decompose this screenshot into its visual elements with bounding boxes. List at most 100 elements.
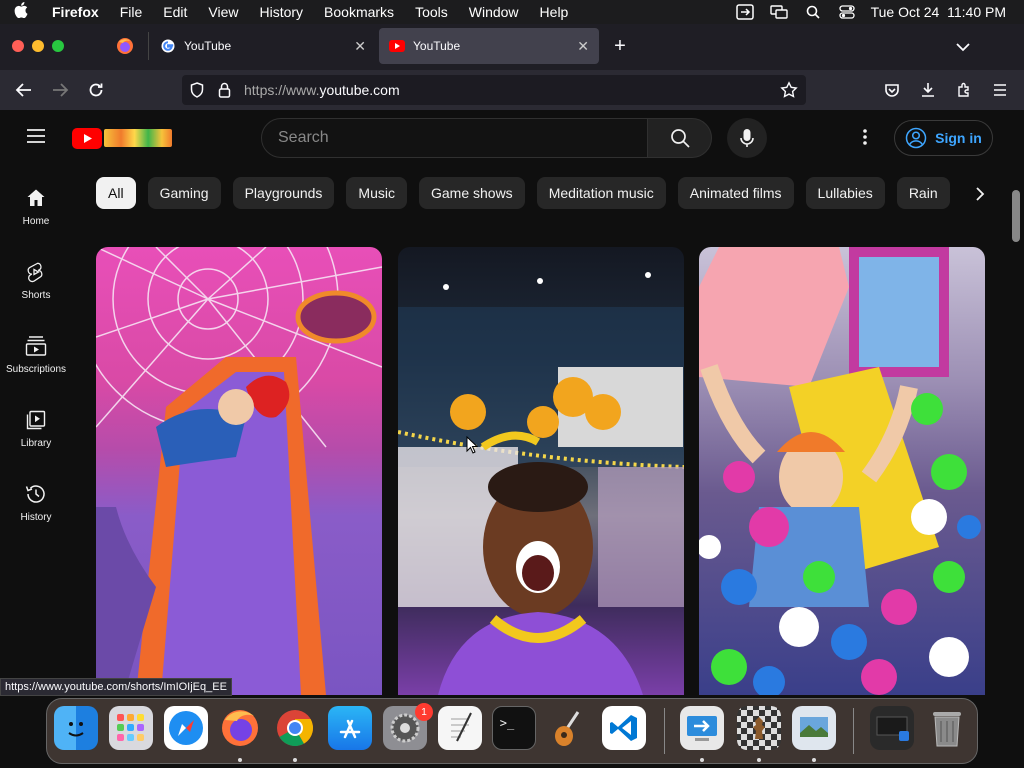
close-tab-icon[interactable]: ✕ <box>354 38 366 55</box>
search-box[interactable] <box>261 118 648 158</box>
firefox-icon[interactable] <box>218 706 262 750</box>
home-icon <box>24 186 48 210</box>
chip-animated-films[interactable]: Animated films <box>677 177 794 209</box>
sidebar-label: Subscriptions <box>5 364 67 375</box>
list-all-tabs-icon[interactable] <box>955 39 973 53</box>
sign-in-button[interactable]: Sign in <box>894 120 993 156</box>
app-menu-icon[interactable] <box>990 80 1010 100</box>
menu-window[interactable]: Window <box>469 4 519 20</box>
launchpad-icon[interactable] <box>109 706 153 750</box>
page-scrollbar[interactable] <box>1012 190 1020 242</box>
menubar-clock[interactable]: Tue Oct 24 11:40 PM <box>871 4 1006 20</box>
trash-icon[interactable] <box>925 706 969 750</box>
close-tab-icon[interactable]: ✕ <box>577 38 589 55</box>
sidebar-item-library[interactable]: Library <box>0 408 72 449</box>
sidebar-item-shorts[interactable]: Shorts <box>0 260 72 301</box>
running-indicator <box>700 758 704 762</box>
url-prefix: https://www. <box>244 82 320 98</box>
menu-tools[interactable]: Tools <box>415 4 448 20</box>
firefox-view-icon[interactable] <box>116 37 134 55</box>
running-indicator <box>238 758 242 762</box>
running-indicator <box>757 758 761 762</box>
chip-all[interactable]: All <box>96 177 136 209</box>
chips-next-button[interactable] <box>962 178 998 210</box>
mouse-cursor-icon <box>466 435 479 454</box>
menu-edit[interactable]: Edit <box>163 4 187 20</box>
forward-icon[interactable] <box>50 80 70 100</box>
preview-icon[interactable] <box>792 706 836 750</box>
sidebar-item-history[interactable]: History <box>0 482 72 523</box>
finder-icon[interactable] <box>54 706 98 750</box>
dock-divider <box>664 708 665 754</box>
new-tab-icon[interactable]: + <box>611 36 629 56</box>
app-store-icon[interactable] <box>328 706 372 750</box>
settings-more-icon[interactable] <box>862 128 870 148</box>
url-host: youtube.com <box>319 82 400 98</box>
bookmark-star-icon[interactable] <box>780 81 798 99</box>
shorts-icon <box>24 260 48 284</box>
menu-bookmarks[interactable]: Bookmarks <box>324 4 394 20</box>
menu-file[interactable]: File <box>120 4 143 20</box>
chrome-icon[interactable] <box>273 706 317 750</box>
downloads-icon[interactable] <box>918 80 938 100</box>
voice-search-button[interactable] <box>727 118 767 158</box>
youtube-doodle-logo <box>104 129 172 147</box>
minimize-window-button[interactable] <box>32 40 44 52</box>
safari-icon[interactable] <box>164 706 208 750</box>
garageband-icon[interactable] <box>546 706 590 750</box>
youtube-logo[interactable] <box>72 127 172 149</box>
history-icon <box>24 482 48 506</box>
close-window-button[interactable] <box>12 40 24 52</box>
chip-music[interactable]: Music <box>346 177 407 209</box>
chip-rain[interactable]: Rain <box>896 177 950 209</box>
screenshot-icon[interactable] <box>870 706 914 750</box>
notification-badge: 1 <box>415 703 433 721</box>
textedit-icon[interactable] <box>438 706 482 750</box>
zoom-window-button[interactable] <box>52 40 64 52</box>
pocket-icon[interactable] <box>882 80 902 100</box>
chip-game-shows[interactable]: Game shows <box>418 177 525 209</box>
tab-divider <box>148 32 149 60</box>
thumbnail-image <box>96 247 382 695</box>
sidebar-label: History <box>20 512 52 523</box>
reload-icon[interactable] <box>86 80 106 100</box>
tab-youtube-inactive[interactable]: YouTube ✕ <box>150 28 376 64</box>
link-status-bar: https://www.youtube.com/shorts/ImIOIjEq_… <box>0 678 232 696</box>
chess-icon[interactable] <box>737 706 781 750</box>
control-center-icon[interactable] <box>837 4 857 20</box>
apple-menu-icon[interactable] <box>14 2 42 22</box>
lock-icon[interactable] <box>218 82 232 98</box>
url-bar[interactable]: https://www.youtube.com <box>182 75 806 105</box>
sidebar-item-subscriptions[interactable]: Subscriptions <box>0 334 72 375</box>
thumbnail-image <box>398 272 684 695</box>
vscode-icon[interactable] <box>602 706 646 750</box>
extensions-icon[interactable] <box>954 80 974 100</box>
tab-youtube-active[interactable]: YouTube ✕ <box>379 28 599 64</box>
terminal-icon[interactable]: >_ <box>492 706 536 750</box>
screen-mirroring-icon[interactable] <box>769 4 789 20</box>
remote-desktop-status-icon[interactable] <box>735 4 755 20</box>
microphone-icon <box>740 129 754 147</box>
chip-lullabies[interactable]: Lullabies <box>805 177 885 209</box>
menu-history[interactable]: History <box>259 4 303 20</box>
menu-help[interactable]: Help <box>540 4 569 20</box>
remote-desktop-icon[interactable] <box>680 706 724 750</box>
short-thumbnail-1[interactable] <box>96 247 382 695</box>
subscriptions-icon <box>24 334 48 358</box>
chip-playgrounds[interactable]: Playgrounds <box>232 177 335 209</box>
sidebar-item-home[interactable]: Home <box>0 186 72 227</box>
back-icon[interactable] <box>14 80 34 100</box>
search-button[interactable] <box>647 118 712 158</box>
short-thumbnail-2[interactable] <box>398 247 684 695</box>
spotlight-search-icon[interactable] <box>803 4 823 20</box>
search-input[interactable] <box>278 129 618 147</box>
search-icon <box>670 129 690 148</box>
short-thumbnail-3[interactable] <box>699 247 985 695</box>
chip-meditation-music[interactable]: Meditation music <box>536 177 666 209</box>
chevron-right-icon <box>976 187 985 201</box>
menu-view[interactable]: View <box>208 4 238 20</box>
menu-app-name[interactable]: Firefox <box>52 4 99 20</box>
chip-gaming[interactable]: Gaming <box>147 177 221 209</box>
guide-menu-icon[interactable] <box>26 128 46 146</box>
tracking-protection-icon[interactable] <box>190 82 206 98</box>
